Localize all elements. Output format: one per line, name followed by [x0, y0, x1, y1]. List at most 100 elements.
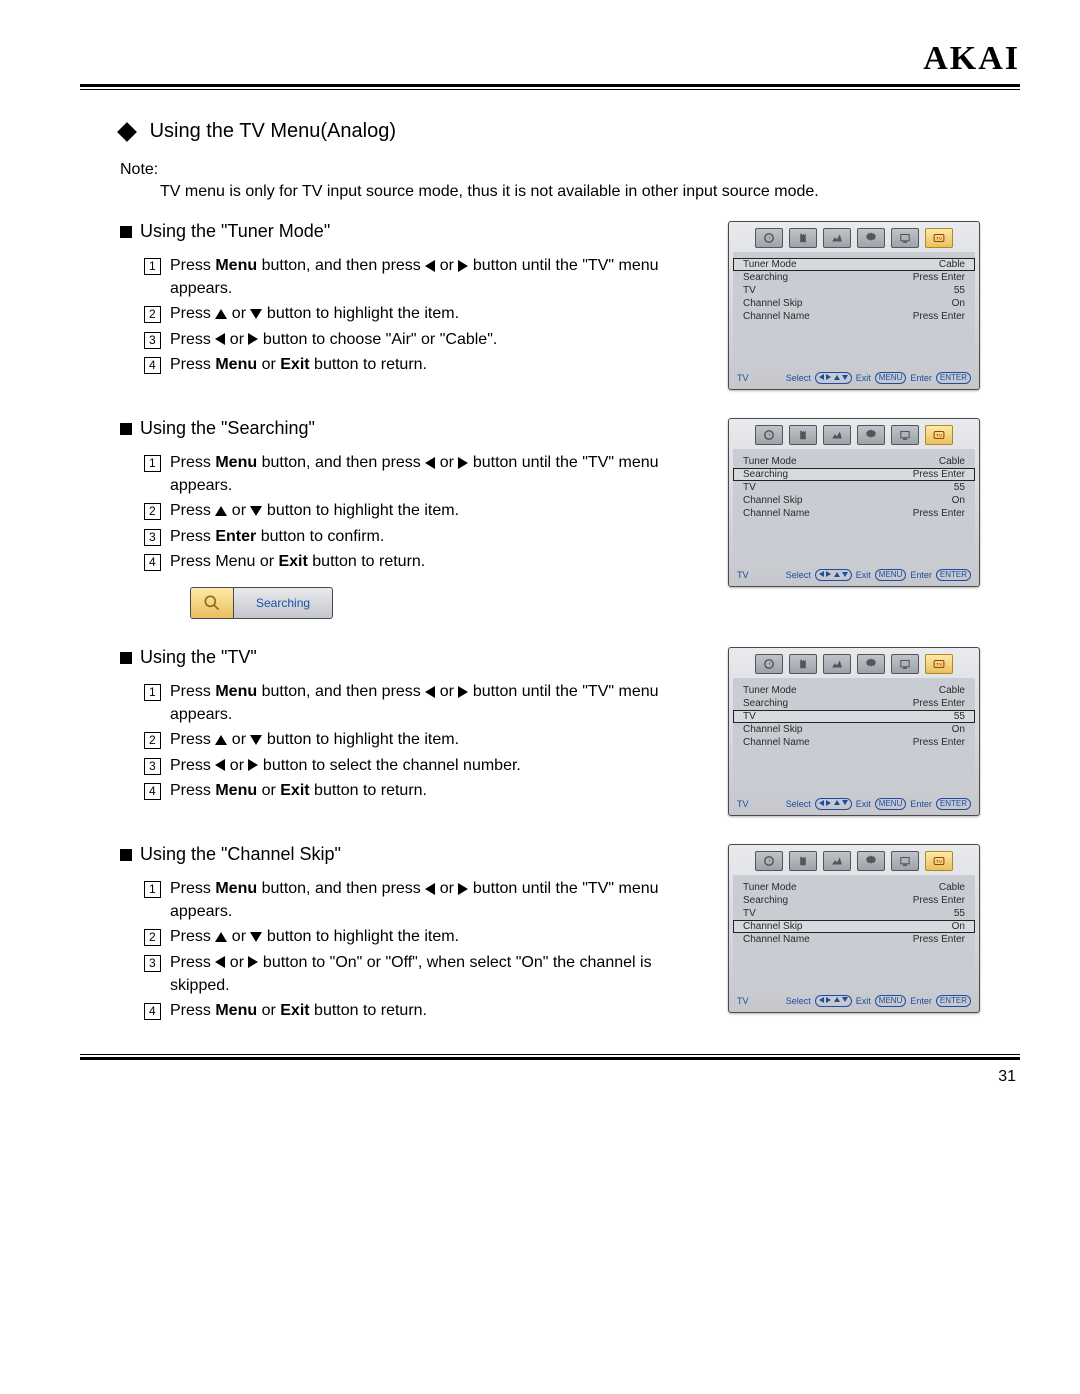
osd-sheet: Tuner ModeCableSearchingPress EnterTV55C… — [733, 875, 975, 988]
right-arrow-icon — [458, 260, 468, 272]
right-arrow-icon — [248, 333, 258, 345]
osd-row-label: Searching — [743, 469, 788, 480]
osd-panel: TV Tuner ModeCableSearchingPress EnterTV5… — [728, 844, 980, 1013]
diamond-icon — [117, 122, 137, 142]
step: 3Press or button to select the channel n… — [144, 754, 688, 777]
left-arrow-icon — [425, 457, 435, 469]
square-icon — [120, 849, 132, 861]
steps-list: 1Press Menu button, and then press or bu… — [144, 877, 688, 1022]
step: 2Press or button to highlight the item. — [144, 499, 688, 522]
searching-chip-label: Searching — [234, 596, 332, 610]
step: 4Press Menu or Exit button to return. — [144, 353, 688, 376]
osd-footer-select: Select — [786, 373, 811, 383]
osd-footer: TVSelectExitMENUEnterENTER — [729, 795, 979, 815]
osd-row-label: Tuner Mode — [743, 685, 797, 696]
step-body: Press Menu button, and then press or but… — [170, 451, 688, 497]
step-body: Press Menu or Exit button to return. — [170, 353, 688, 376]
osd-footer-enter-pill: ENTER — [936, 798, 971, 810]
osd-tab — [823, 654, 851, 674]
osd-footer-select: Select — [786, 996, 811, 1006]
section-title: Using the "Channel Skip" — [120, 844, 688, 865]
osd-row-label: Channel Name — [743, 508, 810, 519]
osd-footer-tv: TV — [737, 373, 769, 383]
brand-logo: AKAI — [80, 40, 1020, 78]
osd-tab: TV — [925, 228, 953, 248]
osd-tab — [857, 228, 885, 248]
osd-footer: TVSelectExitMENUEnterENTER — [729, 992, 979, 1012]
osd-footer-enter-pill: ENTER — [936, 995, 971, 1007]
step: 1Press Menu button, and then press or bu… — [144, 451, 688, 497]
section-title: Using the "Searching" — [120, 418, 688, 439]
osd-panel: TVTuner ModeCableSearchingPress EnterTV5… — [728, 647, 980, 816]
step-body: Press or button to highlight the item. — [170, 728, 688, 751]
osd-row-label: TV — [743, 285, 756, 296]
osd-row-value: On — [952, 495, 965, 506]
osd-tab — [891, 654, 919, 674]
osd-tab-bar: TV — [729, 222, 979, 252]
left-arrow-icon — [425, 883, 435, 895]
svg-text:TV: TV — [936, 662, 943, 668]
step: 4Press Menu or Exit button to return. — [144, 779, 688, 802]
osd-footer-enter: Enter — [910, 373, 932, 383]
page-number: 31 — [80, 1068, 1020, 1086]
osd-footer: TVSelectExitMENUEnterENTER — [729, 369, 979, 389]
square-icon — [120, 652, 132, 664]
osd-tab — [789, 425, 817, 445]
osd-row: Channel NamePress Enter — [733, 933, 975, 946]
osd-tab — [857, 654, 885, 674]
osd-row: Channel SkipOn — [733, 723, 975, 736]
osd-row-label: Searching — [743, 698, 788, 709]
osd-footer-arrows — [815, 995, 852, 1007]
osd-footer-exit: Exit — [856, 799, 871, 809]
osd-tab — [857, 851, 885, 871]
rule-thick — [80, 84, 1020, 87]
osd-tab: TV — [925, 654, 953, 674]
osd-row-label: Channel Name — [743, 311, 810, 322]
section: Using the "Searching" 1Press Menu button,… — [120, 418, 980, 619]
left-arrow-icon — [425, 686, 435, 698]
step: 1Press Menu button, and then press or bu… — [144, 680, 688, 726]
osd-row-value: Press Enter — [913, 934, 965, 945]
right-arrow-icon — [248, 956, 258, 968]
section-title-text: Using the "Tuner Mode" — [140, 221, 330, 241]
osd-row: SearchingPress Enter — [733, 271, 975, 284]
osd-row-value: 55 — [954, 285, 965, 296]
osd-footer-enter: Enter — [910, 799, 932, 809]
osd-footer-arrows — [815, 798, 852, 810]
section-title-text: Using the "TV" — [140, 647, 257, 667]
section-title: Using the "TV" — [120, 647, 688, 668]
section: Using the "TV" 1Press Menu button, and th… — [120, 647, 980, 816]
down-arrow-icon — [250, 309, 262, 319]
osd-tab — [823, 425, 851, 445]
osd-footer-exit: Exit — [856, 996, 871, 1006]
osd-footer-tv: TV — [737, 799, 769, 809]
right-arrow-icon — [458, 883, 468, 895]
osd-footer-tv: TV — [737, 570, 769, 580]
osd-footer-tv: TV — [737, 996, 769, 1006]
osd-tab: TV — [925, 425, 953, 445]
osd-row-value: On — [952, 921, 965, 932]
step: 4Press Menu or Exit button to return. — [144, 999, 688, 1022]
osd-footer-menu-pill: MENU — [875, 798, 907, 810]
osd-row-value: Press Enter — [913, 469, 965, 480]
up-arrow-icon — [215, 932, 227, 942]
osd-row-value: Cable — [939, 685, 965, 696]
step: 1Press Menu button, and then press or bu… — [144, 877, 688, 923]
square-icon — [120, 423, 132, 435]
osd-footer-enter-pill: ENTER — [936, 372, 971, 384]
steps-list: 1Press Menu button, and then press or bu… — [144, 254, 688, 376]
osd-row-value: Cable — [939, 882, 965, 893]
osd-row-label: TV — [743, 711, 756, 722]
searching-chip: Searching — [190, 587, 333, 619]
osd-row-value: 55 — [954, 482, 965, 493]
rule-thick — [80, 1057, 1020, 1060]
osd-sheet: Tuner ModeCableSearchingPress EnterTV55C… — [733, 678, 975, 791]
osd-footer-enter: Enter — [910, 996, 932, 1006]
svg-text:TV: TV — [936, 859, 943, 865]
osd-row: Tuner Mode Cable — [733, 684, 975, 697]
page-title-text: Using the TV Menu(Analog) — [150, 120, 396, 142]
osd-row-label: Searching — [743, 272, 788, 283]
osd-tab-bar: TV — [729, 648, 979, 678]
osd-tab — [857, 425, 885, 445]
osd-row-label: Channel Name — [743, 737, 810, 748]
